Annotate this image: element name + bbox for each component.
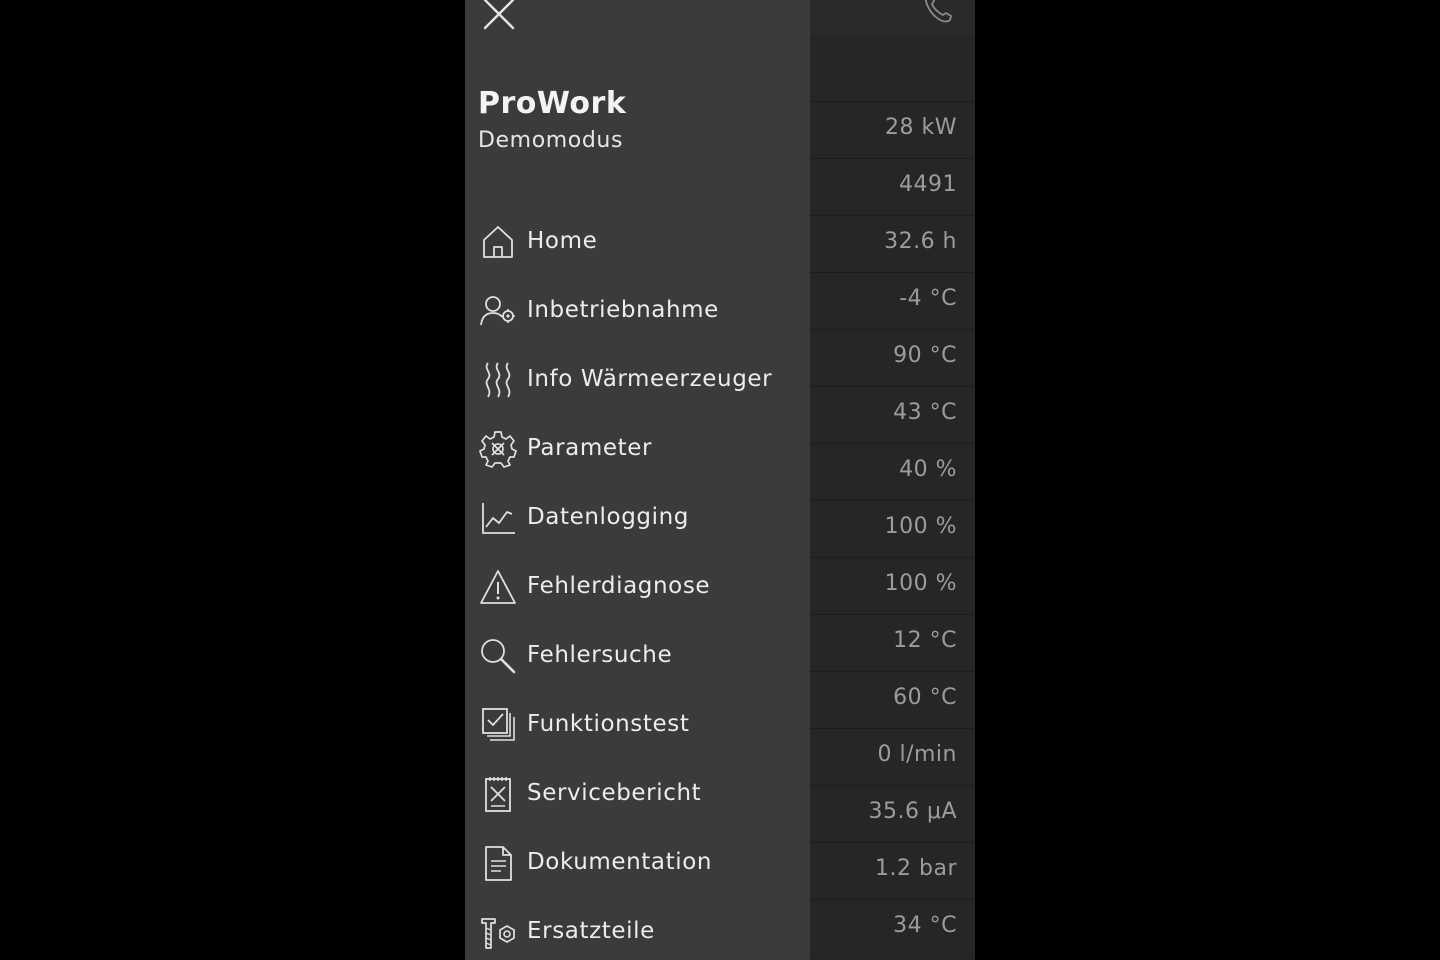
menu-label-fehlersuche: Fehlersuche bbox=[527, 642, 673, 668]
value-text: 35.6 μA bbox=[868, 799, 957, 824]
service-report-icon bbox=[479, 775, 517, 813]
heat-waves-icon bbox=[479, 361, 517, 399]
document-icon bbox=[479, 844, 517, 882]
menu-label-datenlogging: Datenlogging bbox=[527, 504, 689, 530]
value-row[interactable]: 4491 bbox=[810, 158, 975, 214]
value-text: 60 °C bbox=[893, 685, 957, 710]
value-text: 4491 bbox=[899, 172, 957, 197]
value-text: -4 °C bbox=[899, 286, 957, 311]
menu-item-datenlogging[interactable]: Datenlogging bbox=[465, 488, 810, 548]
value-row[interactable]: 100 % bbox=[810, 500, 975, 556]
value-row[interactable]: 28 kW bbox=[810, 101, 975, 157]
menu-label-fehlerdiagnose: Fehlerdiagnose bbox=[527, 573, 711, 599]
background-screen: 28 kW 4491 32.6 h -4 °C 90 °C 43 °C 40 % 100 % 1… bbox=[810, 0, 975, 960]
menu-item-info-waermeerzeuger[interactable]: Info Wärmeerzeuger bbox=[465, 350, 810, 410]
value-text: 90 °C bbox=[893, 343, 957, 368]
background-top-bar bbox=[810, 0, 975, 35]
value-text: 40 % bbox=[899, 457, 957, 482]
menu-item-servicebericht[interactable]: Servicebericht bbox=[465, 764, 810, 824]
menu-item-inbetriebnahme[interactable]: Inbetriebnahme bbox=[465, 281, 810, 341]
menu-item-dokumentation[interactable]: Dokumentation bbox=[465, 833, 810, 893]
menu-label-parameter: Parameter bbox=[527, 435, 653, 461]
menu-label-dokumentation: Dokumentation bbox=[527, 849, 713, 875]
app-subtitle: Demomodus bbox=[478, 128, 624, 153]
checklist-icon bbox=[479, 706, 517, 744]
value-row[interactable]: 12 °C bbox=[810, 614, 975, 670]
menu-item-ersatzteile[interactable]: Ersatzteile bbox=[465, 902, 810, 960]
home-icon bbox=[479, 223, 517, 261]
menu-label-inbetriebnahme: Inbetriebnahme bbox=[527, 297, 719, 323]
menu-label-funktionstest: Funktionstest bbox=[527, 711, 690, 737]
line-chart-icon bbox=[479, 499, 517, 537]
navigation-drawer: ProWork Demomodus Home Inbetriebnahme In… bbox=[465, 0, 810, 960]
menu-label-info-waermeerzeuger: Info Wärmeerzeuger bbox=[527, 366, 773, 392]
value-text: 43 °C bbox=[893, 400, 957, 425]
value-row[interactable]: 34 °C bbox=[810, 899, 975, 955]
value-row[interactable]: 90 °C bbox=[810, 329, 975, 385]
app-frame: 28 kW 4491 32.6 h -4 °C 90 °C 43 °C 40 % 100 % 1… bbox=[465, 0, 975, 960]
value-text: 28 kW bbox=[885, 115, 957, 140]
value-row[interactable]: 32.6 h bbox=[810, 215, 975, 271]
value-row[interactable]: 0 l/min bbox=[810, 728, 975, 784]
menu-label-ersatzteile: Ersatzteile bbox=[527, 918, 655, 944]
value-text: 32.6 h bbox=[884, 229, 957, 254]
value-row[interactable]: 100 % bbox=[810, 557, 975, 613]
value-row[interactable]: -4 °C bbox=[810, 272, 975, 328]
value-row[interactable]: 40 % bbox=[810, 443, 975, 499]
value-row[interactable]: 60 °C bbox=[810, 671, 975, 727]
value-text: 100 % bbox=[884, 571, 957, 596]
spare-parts-icon bbox=[479, 913, 517, 951]
menu-item-fehlersuche[interactable]: Fehlersuche bbox=[465, 626, 810, 686]
search-icon bbox=[479, 637, 517, 675]
menu-label-servicebericht: Servicebericht bbox=[527, 780, 702, 806]
menu-item-parameter[interactable]: Parameter bbox=[465, 419, 810, 479]
value-row[interactable]: 35.6 μA bbox=[810, 785, 975, 841]
menu-item-fehlerdiagnose[interactable]: Fehlerdiagnose bbox=[465, 557, 810, 617]
value-text: 12 °C bbox=[893, 628, 957, 653]
value-text: 1.2 bar bbox=[875, 856, 957, 881]
settings-gear-icon bbox=[479, 430, 517, 468]
user-gear-icon bbox=[479, 292, 517, 330]
menu-item-home[interactable]: Home bbox=[465, 212, 810, 272]
app-title: ProWork bbox=[478, 86, 627, 121]
background-header bbox=[810, 35, 975, 101]
close-icon[interactable] bbox=[481, 0, 517, 32]
value-row[interactable]: 1.2 bar bbox=[810, 842, 975, 898]
menu-label-home: Home bbox=[527, 228, 598, 254]
value-text: 0 l/min bbox=[877, 742, 957, 767]
value-text: 100 % bbox=[884, 514, 957, 539]
warning-icon bbox=[479, 568, 517, 606]
menu-item-funktionstest[interactable]: Funktionstest bbox=[465, 695, 810, 755]
value-text: 34 °C bbox=[893, 913, 957, 938]
phone-icon[interactable] bbox=[922, 0, 954, 30]
value-row[interactable]: 43 °C bbox=[810, 386, 975, 442]
